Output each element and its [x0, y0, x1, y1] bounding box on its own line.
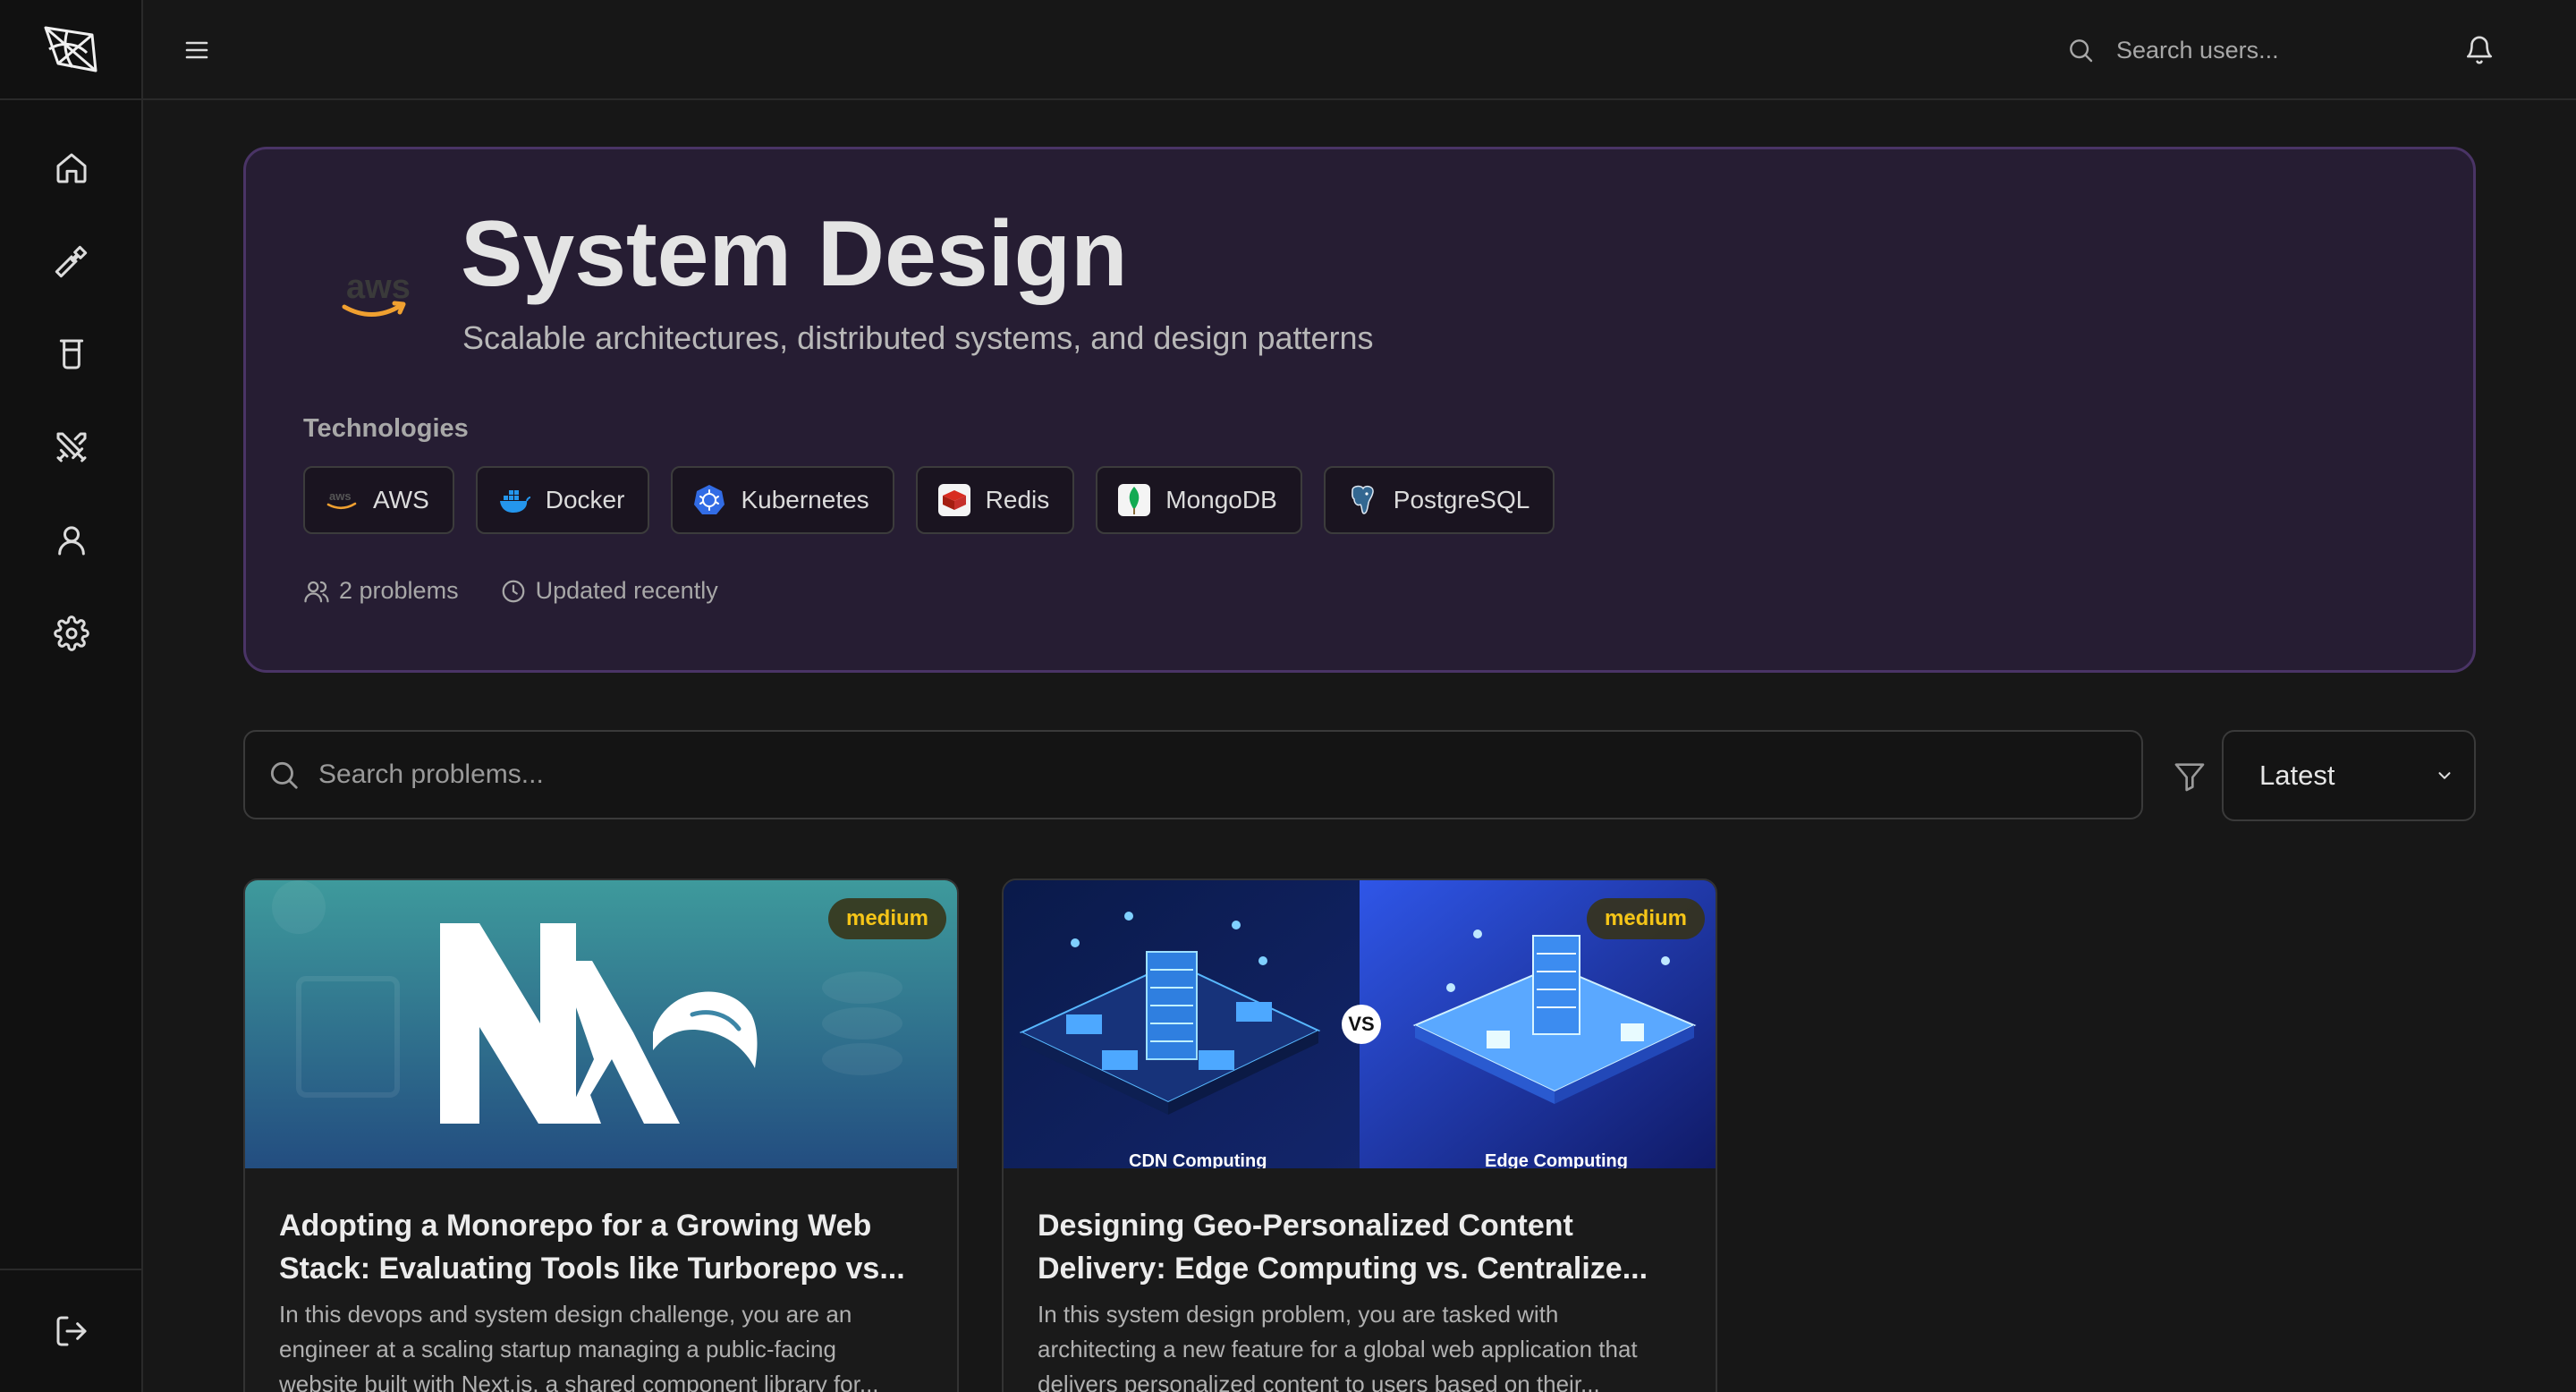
difficulty-badge: medium [827, 898, 946, 939]
svg-text:aws: aws [329, 489, 352, 503]
sidebar-item-lab[interactable] [36, 318, 107, 390]
aws-logo: aws [318, 248, 425, 337]
logout-icon [56, 1316, 87, 1346]
problem-card[interactable]: VS CDN Computing Edge Computing medium D… [1002, 878, 1717, 1392]
user-search-input[interactable] [2116, 36, 2385, 64]
sort-select-value: Latest [2259, 760, 2335, 791]
card-description-line: In this devops and system design challen… [279, 1301, 852, 1328]
tech-chip-kubernetes[interactable]: Kubernetes [671, 466, 894, 534]
filter-icon [2174, 763, 2205, 792]
page-title: System Design [461, 202, 1128, 306]
card-description-line: architecting a new feature for a global … [1038, 1336, 1638, 1362]
card-thumbnail: VS CDN Computing Edge Computing medium [1004, 880, 1716, 1168]
hammer-icon [55, 245, 88, 278]
mongodb-icon [1117, 483, 1151, 517]
users-icon [304, 581, 329, 602]
problem-count: 2 problems [303, 577, 459, 605]
tech-chip-label: AWS [373, 486, 429, 514]
problem-search-input[interactable] [318, 760, 2018, 790]
edge-caption: Edge Computing [1485, 1151, 1628, 1168]
hamburger-icon [185, 41, 208, 59]
beaker-icon [59, 339, 84, 369]
filter-button[interactable] [2165, 751, 2215, 802]
card-title-line: Stack: Evaluating Tools like Turborepo v… [279, 1252, 905, 1286]
search-icon [2070, 39, 2093, 63]
app-logo[interactable] [0, 0, 143, 100]
sort-select[interactable]: Latest [2222, 730, 2476, 821]
sidebar-item-home[interactable] [36, 132, 107, 204]
tech-chip-docker[interactable]: Docker [475, 466, 650, 534]
gear-icon [54, 615, 89, 651]
kubernetes-icon [692, 483, 726, 517]
menu-toggle-button[interactable] [174, 27, 220, 73]
chevron-down-icon [2438, 772, 2451, 779]
card-title: Adopting a Monorepo for a Growing Web St… [279, 1204, 932, 1290]
tech-chip-label: Kubernetes [741, 486, 869, 514]
category-meta: 2 problems Updated recently [303, 577, 718, 605]
page-subtitle: Scalable architectures, distributed syst… [462, 319, 1374, 356]
tech-chip-label: MongoDB [1165, 486, 1277, 514]
user-icon [58, 526, 85, 556]
card-description: In this devops and system design challen… [279, 1297, 932, 1392]
redis-icon [937, 483, 971, 517]
tech-chip-postgresql[interactable]: PostgreSQL [1323, 466, 1555, 534]
card-description-line: website built with Next.js, a shared com… [279, 1371, 879, 1392]
crossed-swords-icon [56, 432, 87, 463]
topbar [143, 0, 2576, 100]
card-description-line: engineer at a scaling startup managing a… [279, 1336, 836, 1362]
aws-logo-icon: aws [342, 268, 411, 317]
tech-chip-aws[interactable]: aws AWS [303, 466, 454, 534]
app-logo-icon [44, 26, 97, 72]
vs-label: VS [1348, 1013, 1375, 1035]
problem-card[interactable]: medium Adopting a Monorepo for a Growing… [243, 878, 959, 1392]
card-thumbnail: medium [245, 880, 957, 1168]
tech-chip-label: PostgreSQL [1393, 486, 1530, 514]
sidebar [0, 0, 143, 1392]
problem-count-text: 2 problems [339, 577, 459, 604]
sidebar-footer [0, 1269, 143, 1392]
difficulty-badge: medium [1586, 898, 1705, 939]
problem-search [243, 730, 2143, 819]
card-description-line: In this system design problem, you are t… [1038, 1301, 1559, 1328]
tech-chip-mongodb[interactable]: MongoDB [1096, 466, 1302, 534]
home-icon [56, 153, 87, 183]
user-search [2066, 25, 2388, 75]
svg-text:aws: aws [346, 268, 411, 306]
updated-status-text: Updated recently [535, 577, 718, 604]
aws-icon: aws [325, 483, 359, 517]
updated-status: Updated recently [500, 577, 718, 605]
clock-icon [502, 580, 524, 602]
sidebar-item-settings[interactable] [36, 598, 107, 669]
tech-chip-label: Docker [545, 486, 625, 514]
sidebar-item-profile[interactable] [36, 505, 107, 576]
card-description: In this system design problem, you are t… [1038, 1297, 1690, 1392]
tech-chip-redis[interactable]: Redis [915, 466, 1075, 534]
docker-icon [497, 483, 531, 517]
bell-icon [2466, 36, 2493, 64]
postgresql-icon [1345, 483, 1379, 517]
card-title-line: Delivery: Edge Computing vs. Centralize.… [1038, 1252, 1648, 1286]
tech-chip-label: Redis [985, 486, 1050, 514]
card-title-line: Adopting a Monorepo for a Growing Web [279, 1209, 872, 1243]
sidebar-item-battle[interactable] [36, 412, 107, 483]
logout-button[interactable] [36, 1295, 107, 1367]
card-title-line: Designing Geo-Personalized Content [1038, 1209, 1573, 1243]
technology-list: aws AWS Docker Kubernetes Redis MongoDB … [303, 466, 1555, 534]
technologies-label: Technologies [303, 414, 469, 443]
notifications-button[interactable] [2456, 27, 2503, 73]
cdn-caption: CDN Computing [1129, 1151, 1267, 1168]
sidebar-item-build[interactable] [36, 225, 107, 297]
card-title: Designing Geo-Personalized Content Deliv… [1038, 1204, 1690, 1290]
card-description-line: delivers personalized content to users b… [1038, 1371, 1600, 1392]
category-header: aws System Design Scalable architectures… [243, 147, 2476, 673]
search-icon [270, 761, 298, 789]
